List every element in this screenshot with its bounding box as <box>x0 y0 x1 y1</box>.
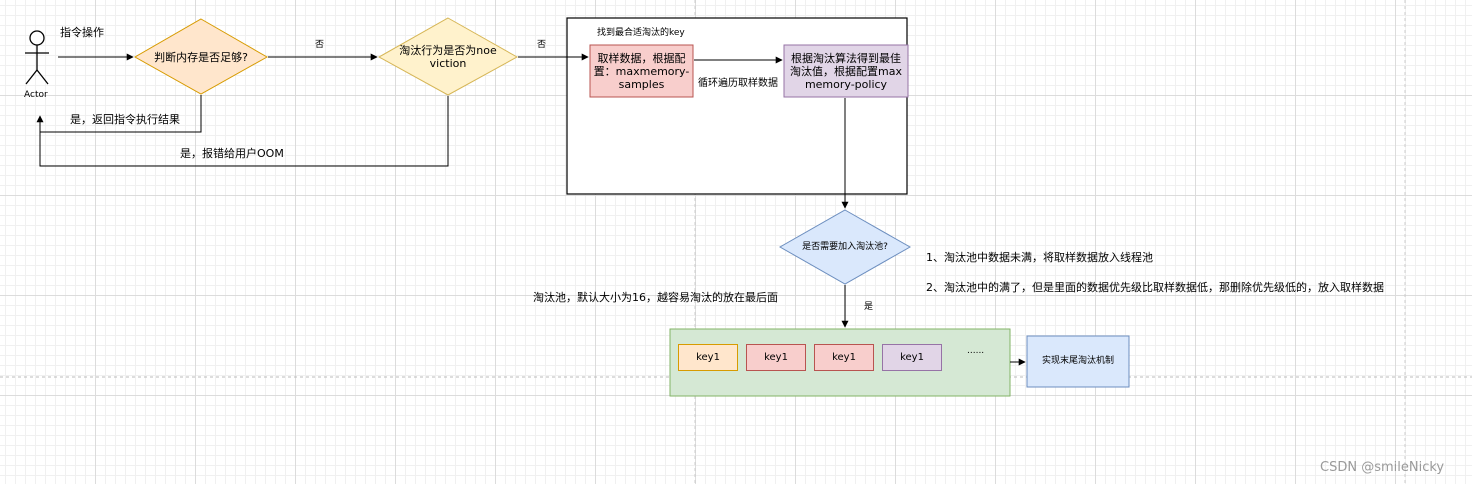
loop-sample-label: 循环遍历取样数据 <box>698 78 778 89</box>
eviction-policy-text: 淘汰行为是否为noeviction <box>399 44 497 70</box>
pool-key-4[interactable]: key1 <box>882 344 942 371</box>
memory-check-text: 判断内存是否足够? <box>154 50 248 64</box>
pool-key-2[interactable]: key1 <box>746 344 806 371</box>
pool-key-3[interactable]: key1 <box>814 344 874 371</box>
pool-description: 淘汰池，默认大小为16，越容易淘汰的放在最后面 <box>533 291 778 304</box>
pool-key-1[interactable]: key1 <box>678 344 738 371</box>
no-label-1: 否 <box>315 40 325 50</box>
lru-result-text: 实现末尾淘汰机制 <box>1041 356 1114 366</box>
note-1: 1、淘汰池中数据未满，将取样数据放入线程池 <box>926 251 1153 264</box>
yes-return-label: 是，返回指令执行结果 <box>70 113 180 126</box>
container-title: 找到最合适淘汰的key <box>597 28 685 38</box>
actor-label: Actor <box>24 90 48 100</box>
note-2: 2、淘汰池中的满了，但是里面的数据优先级比取样数据低，那删除优先级低的，放入取样… <box>926 281 1384 294</box>
yes-oom-label: 是，报错给用户OOM <box>180 147 284 160</box>
yes-pool-label: 是 <box>864 302 874 312</box>
pool-ellipsis: ...... <box>967 346 985 356</box>
watermark: CSDN @smileNicky <box>1320 460 1445 475</box>
no-label-2: 否 <box>537 40 547 50</box>
command-op-label: 指令操作 <box>60 26 104 39</box>
join-pool-text: 是否需要加入淘汰池? <box>802 241 888 252</box>
best-value-text: 根据淘汰算法得到最佳淘汰值，根据配置maxmemory-policy <box>790 51 902 91</box>
actor-figure[interactable] <box>25 30 49 85</box>
sample-data-text: 取样数据，根据配置：maxmemory-samples <box>593 51 690 91</box>
